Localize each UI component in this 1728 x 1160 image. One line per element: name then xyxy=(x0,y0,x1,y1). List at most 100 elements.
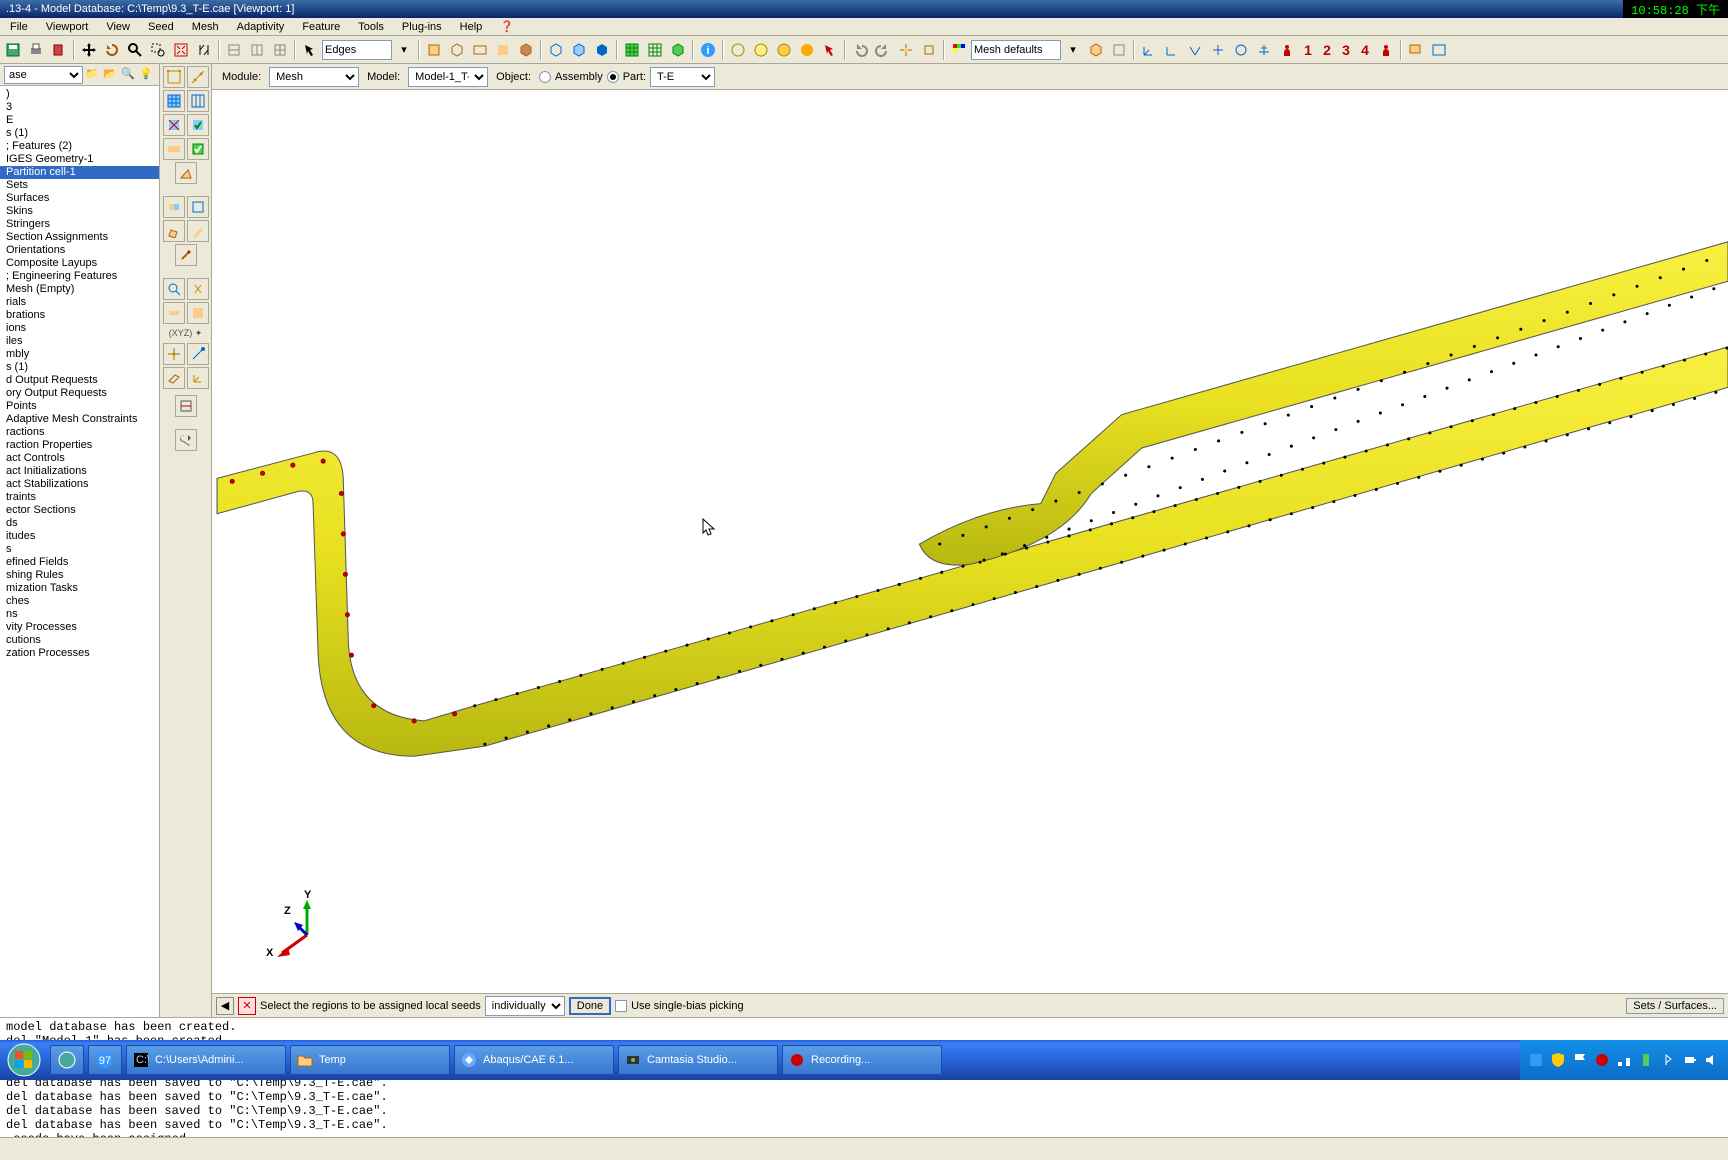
task-recording[interactable]: Recording... xyxy=(782,1045,942,1075)
save-icon[interactable] xyxy=(2,39,24,61)
query3-icon[interactable] xyxy=(163,302,185,324)
tree-item[interactable]: Section Assignments xyxy=(0,231,159,244)
ql-app-icon[interactable]: 97 xyxy=(88,1045,122,1075)
prompt-mode-select[interactable]: individually xyxy=(485,996,565,1016)
menu-view[interactable]: View xyxy=(100,21,136,33)
tree-item[interactable]: shing Rules xyxy=(0,569,159,582)
tree-item[interactable]: Mesh (Empty) xyxy=(0,283,159,296)
zoom-box-icon[interactable] xyxy=(147,39,169,61)
datum1-icon[interactable] xyxy=(895,39,917,61)
pan-icon[interactable] xyxy=(78,39,100,61)
prompt-cancel-icon[interactable]: ✕ xyxy=(238,997,256,1015)
seed-part-icon[interactable] xyxy=(163,66,185,88)
csys1-icon[interactable] xyxy=(1138,39,1160,61)
delete-mesh-icon[interactable] xyxy=(163,114,185,136)
datum2-icon[interactable] xyxy=(918,39,940,61)
fit-view-icon[interactable] xyxy=(170,39,192,61)
bottom-up-icon[interactable] xyxy=(175,162,197,184)
mesh-3d-icon[interactable] xyxy=(667,39,689,61)
tray-av-icon[interactable] xyxy=(1594,1052,1610,1068)
info-icon[interactable]: i xyxy=(697,39,719,61)
annot1-icon[interactable] xyxy=(1405,39,1427,61)
tree-item[interactable]: ions xyxy=(0,322,159,335)
cursor2-icon[interactable] xyxy=(819,39,841,61)
mesh-ctrl-icon[interactable] xyxy=(163,138,185,160)
tray-power-icon[interactable] xyxy=(1682,1052,1698,1068)
mesh-green-icon[interactable] xyxy=(621,39,643,61)
partition-icon[interactable] xyxy=(175,395,197,417)
sets-surfaces-button[interactable]: Sets / Surfaces... xyxy=(1626,998,1724,1014)
edit1-icon[interactable] xyxy=(163,220,185,242)
meshdef-select[interactable] xyxy=(971,40,1061,60)
datum-plane-icon[interactable] xyxy=(163,367,185,389)
selgrp4-icon[interactable] xyxy=(492,39,514,61)
tree-item[interactable]: ) xyxy=(0,88,159,101)
assoc1-icon[interactable] xyxy=(163,196,185,218)
menu-❓[interactable]: ❓ xyxy=(494,20,520,33)
datum-csys-icon[interactable] xyxy=(187,367,209,389)
tree-bulb-icon[interactable]: 💡 xyxy=(139,67,155,83)
tree-item[interactable]: d Output Requests xyxy=(0,374,159,387)
edit2-icon[interactable] xyxy=(187,220,209,242)
tree-filter[interactable]: ase xyxy=(4,66,83,84)
redo-icon[interactable] xyxy=(872,39,894,61)
tree-collapse-icon[interactable]: 📂 xyxy=(103,67,119,83)
seed-edge-icon[interactable] xyxy=(187,66,209,88)
tree-item[interactable]: cutions xyxy=(0,634,159,647)
tree-item[interactable]: Skins xyxy=(0,205,159,218)
menu-file[interactable]: File xyxy=(4,21,34,33)
done-button[interactable]: Done xyxy=(569,997,611,1015)
arrow-icon[interactable] xyxy=(299,39,321,61)
tree-item[interactable]: iles xyxy=(0,335,159,348)
zoom-icon[interactable] xyxy=(124,39,146,61)
shade1-icon[interactable] xyxy=(727,39,749,61)
ql-ie-icon[interactable] xyxy=(50,1045,84,1075)
tree-item[interactable]: Partition cell-1 xyxy=(0,166,159,179)
csys6-icon[interactable] xyxy=(1253,39,1275,61)
render2-icon[interactable] xyxy=(1108,39,1130,61)
query4-icon[interactable] xyxy=(187,302,209,324)
csys2-icon[interactable] xyxy=(1161,39,1183,61)
menu-adaptivity[interactable]: Adaptivity xyxy=(231,21,291,33)
tree-item[interactable]: vity Processes xyxy=(0,621,159,634)
viewport[interactable]: (function(){ var g=document.getElementBy… xyxy=(212,90,1728,993)
view-2[interactable]: 2 xyxy=(1318,42,1336,58)
person2-icon[interactable] xyxy=(1375,39,1397,61)
start-button[interactable] xyxy=(0,1040,48,1080)
edit3-icon[interactable] xyxy=(175,244,197,266)
tree-item[interactable]: act Initializations xyxy=(0,465,159,478)
edges-select[interactable] xyxy=(322,40,392,60)
shade3-icon[interactable] xyxy=(773,39,795,61)
tree-item[interactable]: mbly xyxy=(0,348,159,361)
tree-item[interactable]: act Controls xyxy=(0,452,159,465)
annot2-icon[interactable] xyxy=(1428,39,1450,61)
bias-checkbox[interactable] xyxy=(615,1000,627,1012)
tree-item[interactable]: ory Output Requests xyxy=(0,387,159,400)
mesh-part-icon[interactable] xyxy=(163,90,185,112)
menu-plug-ins[interactable]: Plug-ins xyxy=(396,21,448,33)
query2-icon[interactable] xyxy=(187,278,209,300)
tray-shield-icon[interactable] xyxy=(1550,1052,1566,1068)
assembly-radio[interactable] xyxy=(539,71,551,83)
tree-item[interactable]: Composite Layups xyxy=(0,257,159,270)
part-radio[interactable] xyxy=(607,71,619,83)
tree-item[interactable]: IGES Geometry-1 xyxy=(0,153,159,166)
tree-item[interactable]: ches xyxy=(0,595,159,608)
tree-item[interactable]: rials xyxy=(0,296,159,309)
cycle-view-icon[interactable] xyxy=(193,39,215,61)
query1-icon[interactable] xyxy=(163,278,185,300)
tree-item[interactable]: zation Processes xyxy=(0,647,159,660)
part-select[interactable]: T-E xyxy=(650,67,715,87)
tree-item[interactable]: ; Features (2) xyxy=(0,140,159,153)
box2-icon[interactable] xyxy=(568,39,590,61)
menu-viewport[interactable]: Viewport xyxy=(40,21,95,33)
tree-item[interactable]: brations xyxy=(0,309,159,322)
tree-item[interactable]: E xyxy=(0,114,159,127)
menu-seed[interactable]: Seed xyxy=(142,21,180,33)
tree-item[interactable]: mization Tasks xyxy=(0,582,159,595)
grid2-icon[interactable] xyxy=(246,39,268,61)
csys3-icon[interactable] xyxy=(1184,39,1206,61)
tree-item[interactable]: traints xyxy=(0,491,159,504)
tree-item[interactable]: s (1) xyxy=(0,127,159,140)
menu-feature[interactable]: Feature xyxy=(296,21,346,33)
